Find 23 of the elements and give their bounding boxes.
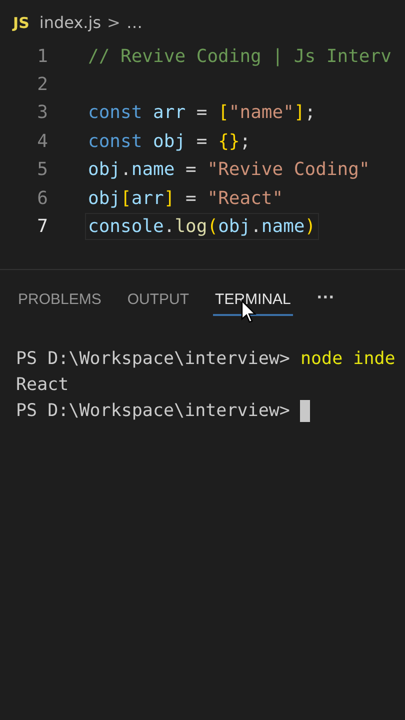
line-number: 3 [36,102,48,124]
line-number: 7 [36,216,48,238]
breadcrumb-file[interactable]: index.js [39,13,102,32]
terminal-line: React [16,375,69,395]
code-line: obj[arr] = "React" [88,188,284,209]
terminal-line: PS D:\Workspace\interview> [16,401,291,421]
code-line: console.log(obj.name) [88,216,316,238]
code-line: const obj = {}; [88,130,251,152]
line-number: 6 [36,188,48,209]
line-number: 4 [36,130,48,152]
code-line: obj.name = "Revive Coding" [88,159,370,180]
panel-tab[interactable]: OUTPUT [125,286,192,316]
breadcrumb-more[interactable]: … [126,13,142,32]
line-number: 5 [36,159,48,180]
line-number: 2 [36,74,48,96]
js-file-icon: JS [13,14,30,32]
more-button[interactable]: ··· [314,286,337,316]
panel-tab[interactable]: PROBLEMS [16,286,104,316]
terminal-line: PS D:\Workspace\interview> node inde [16,349,396,369]
code-line: const arr = ["name"]; [88,102,316,124]
breadcrumb-separator: > [107,13,120,32]
line-number: 1 [36,46,48,67]
code-line: // Revive Coding | Js Interv [88,46,392,67]
